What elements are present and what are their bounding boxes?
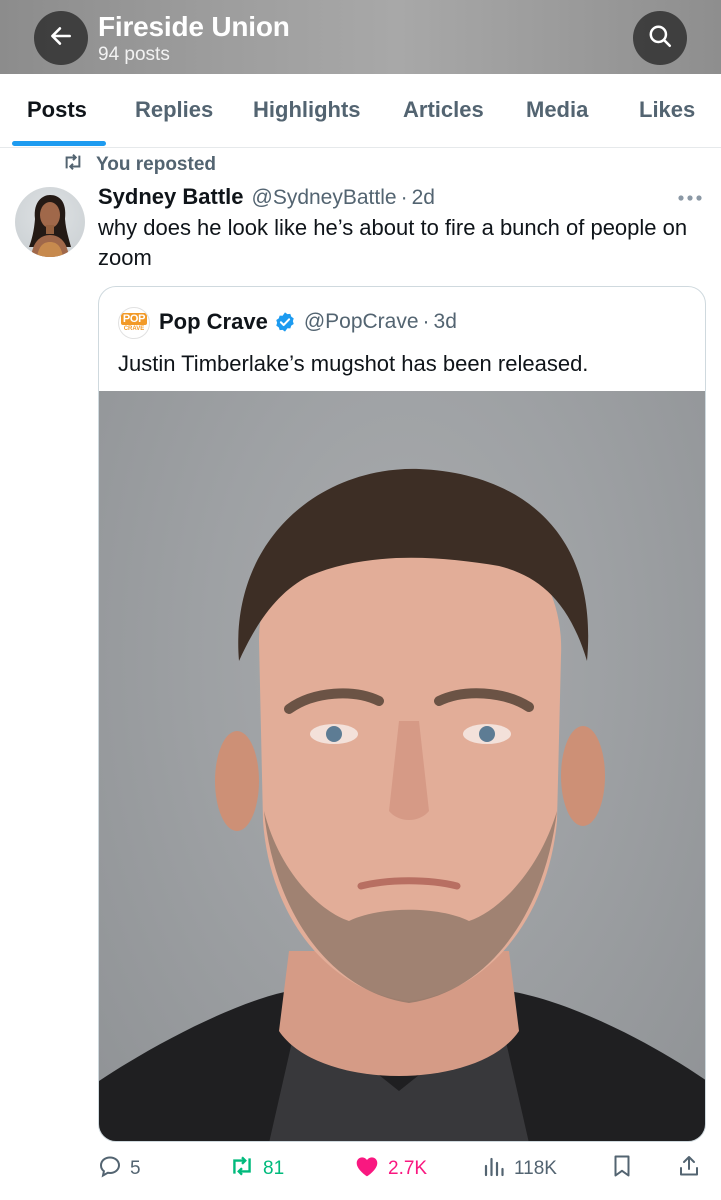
- page-title: Fireside Union: [98, 11, 290, 42]
- share-icon: [677, 1154, 701, 1183]
- tab-highlights[interactable]: Highlights: [253, 96, 361, 124]
- quote-avatar-logo[interactable]: POP CRAVE: [118, 307, 150, 339]
- repost-button[interactable]: 81: [229, 1154, 284, 1183]
- repost-icon: [62, 152, 84, 177]
- quote-header: Pop Crave @PopCrave · 3d: [159, 309, 457, 335]
- profile-tabs: Posts Replies Highlights Articles Media …: [0, 74, 721, 148]
- share-button[interactable]: [677, 1154, 701, 1183]
- logo-text-bottom: CRAVE: [123, 326, 145, 332]
- verified-badge-icon: [274, 311, 296, 333]
- like-button[interactable]: 2.7K: [354, 1154, 427, 1183]
- post-count: 94 posts: [98, 44, 170, 65]
- bookmark-icon: [610, 1154, 634, 1183]
- avatar[interactable]: [15, 187, 85, 257]
- reply-icon: [98, 1154, 122, 1183]
- tab-media[interactable]: Media: [526, 96, 588, 124]
- quoted-post-card[interactable]: POP CRAVE Pop Crave @PopCrave · 3d Justi…: [98, 286, 706, 1142]
- repost-count: 81: [263, 1157, 285, 1179]
- more-icon: [677, 189, 703, 207]
- reply-button[interactable]: 5: [98, 1154, 141, 1183]
- author-name[interactable]: Sydney Battle: [98, 184, 244, 210]
- tweet-action-bar: 5 81 2.7K 118K: [0, 1150, 721, 1190]
- view-count: 118K: [514, 1157, 557, 1179]
- profile-header: Fireside Union 94 posts: [0, 0, 721, 74]
- back-button[interactable]: [34, 11, 88, 65]
- bar-chart-icon: [482, 1154, 506, 1183]
- tweet-time[interactable]: 2d: [412, 186, 435, 210]
- separator: ·: [400, 186, 408, 209]
- reply-count: 5: [130, 1157, 141, 1179]
- search-icon: [647, 23, 673, 54]
- quoted-post-photo[interactable]: [99, 391, 705, 1141]
- repost-label: You reposted: [96, 153, 216, 175]
- views-button[interactable]: 118K: [482, 1154, 557, 1183]
- heart-icon: [354, 1154, 380, 1183]
- repost-indicator: You reposted: [62, 152, 216, 177]
- active-tab-indicator: [12, 141, 106, 146]
- tweet-header: Sydney Battle @SydneyBattle · 2d: [98, 184, 435, 210]
- quote-author-name[interactable]: Pop Crave: [159, 309, 268, 335]
- repost-icon: [229, 1154, 255, 1183]
- arrow-left-icon: [48, 23, 74, 54]
- quote-time[interactable]: 3d: [434, 310, 457, 334]
- tab-replies[interactable]: Replies: [135, 96, 213, 124]
- bookmark-button[interactable]: [610, 1154, 634, 1183]
- more-options-button[interactable]: [674, 186, 706, 210]
- logo-text-top: POP: [120, 313, 148, 325]
- like-count: 2.7K: [388, 1157, 428, 1179]
- quote-author-handle[interactable]: @PopCrave: [304, 310, 419, 334]
- author-handle[interactable]: @SydneyBattle: [252, 186, 397, 210]
- quote-text: Justin Timberlake’s mugshot has been rel…: [118, 351, 589, 376]
- tab-articles[interactable]: Articles: [403, 96, 484, 124]
- quote-separator: ·: [422, 310, 430, 333]
- tab-posts[interactable]: Posts: [27, 96, 87, 124]
- tweet-text: why does he look like he’s about to fire…: [98, 215, 688, 270]
- tab-likes[interactable]: Likes: [639, 96, 695, 124]
- search-button[interactable]: [633, 11, 687, 65]
